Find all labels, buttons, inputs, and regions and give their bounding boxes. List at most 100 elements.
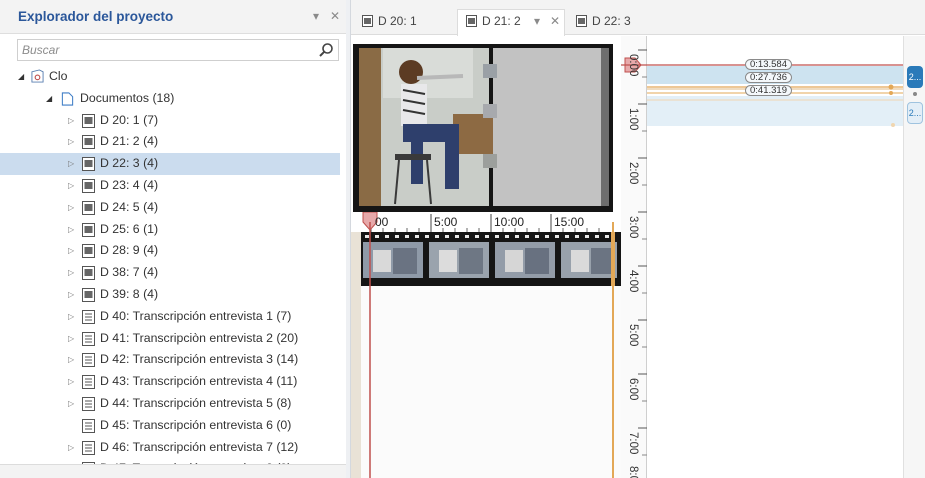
text-doc-icon	[82, 418, 95, 433]
video-doc-icon	[362, 15, 373, 27]
expand-arrow-icon[interactable]: ▷	[68, 131, 74, 153]
vertical-time-ruler[interactable]: 0:00 1:00 2:00 3:00 4:00 5:00 6:00 7:00 …	[621, 36, 647, 478]
quote-time-label[interactable]: 0:13.584	[745, 59, 792, 70]
expand-arrow-icon[interactable]: ▷	[68, 197, 74, 219]
tree-document-item[interactable]: ▷ D 41: Transcripciòn entrevista 2 (20)	[18, 328, 340, 350]
ruler-mark: 4:00	[627, 270, 639, 293]
tree-document-item[interactable]: ▷ D 40: Transcripción entrevista 1 (7)	[18, 306, 340, 328]
tab-label: D 20: 1	[378, 14, 417, 28]
tree-document-item[interactable]: ▷ D 20: 1 (7)	[18, 110, 340, 132]
pin-dropdown-icon[interactable]: ▾	[313, 9, 319, 23]
badge-separator-dot	[913, 92, 917, 96]
expand-arrow-icon[interactable]: ▷	[68, 306, 74, 328]
text-doc-icon	[82, 331, 95, 346]
tree-document-item[interactable]: ▷ D 24: 5 (4)	[18, 197, 340, 219]
ruler-mark: 7:00	[627, 432, 639, 455]
tree-document-label: D 45: Transcripción entrevista 6 (0)	[100, 417, 292, 432]
document-tabbar: D 20: 1 D 21: 2 ▾ ✕ D 22: 3	[351, 0, 925, 36]
ruler-mark: 6:00	[627, 378, 639, 401]
ruler-mark: 2:00	[627, 162, 639, 185]
video-doc-icon	[82, 178, 95, 193]
ruler-mark: 0:00	[627, 54, 639, 77]
tree-document-item[interactable]: D 45: Transcripción entrevista 6 (0)	[18, 415, 340, 437]
close-panel-icon[interactable]: ✕	[330, 9, 340, 23]
code-badge[interactable]: 2...	[907, 102, 923, 124]
tree-document-item[interactable]: ▷ D 39: 8 (4)	[18, 284, 340, 306]
tree-document-label: D 44: Transcripción entrevista 5 (8)	[100, 395, 292, 410]
video-doc-icon	[466, 15, 477, 27]
expand-arrow-icon[interactable]: ▷	[68, 393, 74, 415]
tree-document-label: D 28: 9 (4)	[100, 243, 159, 258]
video-preview[interactable]	[353, 44, 613, 212]
video-doc-icon	[82, 244, 95, 259]
panel-title: Explorador del proyecto	[18, 9, 174, 24]
documents-folder-icon	[61, 92, 74, 106]
search-input[interactable]	[18, 40, 308, 60]
tab-dropdown-icon[interactable]: ▾	[534, 14, 540, 28]
tab-d22[interactable]: D 22: 3	[568, 10, 668, 35]
expand-arrow-icon[interactable]: ▷	[68, 219, 74, 241]
expand-arrow-icon[interactable]: ▷	[68, 175, 74, 197]
project-tree: ◢ Clo ◢ Documentos (18) ▷ D 20: 1 (7) ▷ D 2…	[0, 66, 340, 478]
tree-root-label: Clo	[49, 69, 68, 83]
tree-document-label: D 24: 5 (4)	[100, 199, 159, 214]
text-doc-icon	[82, 396, 95, 411]
tree-document-label: D 23: 4 (4)	[100, 177, 159, 192]
tab-label: D 22: 3	[592, 14, 631, 28]
tree-document-item[interactable]: ▷ D 25: 6 (1)	[18, 219, 340, 241]
quote-time-label[interactable]: 0:27.736	[745, 72, 792, 83]
ruler-mark: 3:00	[627, 216, 639, 239]
media-area: 00 5:00 10:00 15:00	[351, 36, 621, 478]
tree-document-item[interactable]: ▷ D 43: Transcripción entrevista 4 (11)	[18, 371, 340, 393]
video-doc-icon	[82, 200, 95, 215]
tree-document-item[interactable]: ▷ D 42: Transcripción entrevista 3 (14)	[18, 349, 340, 371]
expand-arrow-icon[interactable]: ▷	[68, 284, 74, 306]
project-explorer-panel: Explorador del proyecto ▾ ✕ ◢ Clo ◢ Docu…	[0, 0, 346, 478]
tree-document-item[interactable]: ▷ D 22: 3 (4)	[0, 153, 340, 175]
video-doc-icon	[82, 222, 95, 237]
ruler-mark: 8:00	[627, 466, 639, 478]
text-doc-icon	[82, 309, 95, 324]
ruler-mark: 5:00	[627, 324, 639, 347]
video-doc-icon	[576, 15, 587, 27]
ruler-ticks	[621, 49, 647, 456]
quotation-area: 0:13.584 0:27.736 0:41.319	[647, 36, 903, 478]
expand-arrow-icon[interactable]: ▷	[68, 437, 74, 459]
tree-document-item[interactable]: ▷ D 44: Transcripción entrevista 5 (8)	[18, 393, 340, 415]
expand-arrow-icon[interactable]: ▷	[68, 328, 74, 350]
collapse-arrow-icon[interactable]: ◢	[18, 66, 24, 88]
margin-strip: 2... 2...	[903, 36, 925, 478]
tree-root[interactable]: ◢ Clo	[18, 66, 340, 88]
expand-arrow-icon[interactable]: ▷	[68, 262, 74, 284]
panel-bottom-bar	[0, 464, 346, 478]
text-doc-icon	[82, 440, 95, 455]
tree-documents-group[interactable]: ◢ Documentos (18)	[18, 88, 340, 110]
tree-document-item[interactable]: ▷ D 46: Transcripción entrevista 7 (12)	[18, 437, 340, 459]
tree-document-item[interactable]: ▷ D 28: 9 (4)	[18, 240, 340, 262]
code-badge[interactable]: 2...	[907, 66, 923, 88]
tab-close-icon[interactable]: ✕	[550, 14, 560, 28]
tree-document-label: D 21: 2 (4)	[100, 134, 159, 149]
tab-label: D 21: 2	[482, 14, 521, 28]
expand-arrow-icon[interactable]: ▷	[68, 153, 74, 175]
video-doc-icon	[82, 135, 95, 150]
video-doc-icon	[82, 113, 95, 128]
tree-document-label: D 25: 6 (1)	[100, 221, 159, 236]
quote-time-label[interactable]: 0:41.319	[745, 85, 792, 96]
tree-document-item[interactable]: ▷ D 23: 4 (4)	[18, 175, 340, 197]
tab-d21[interactable]: D 21: 2 ▾ ✕	[457, 9, 565, 36]
tree-document-item[interactable]: ▷ D 38: 7 (4)	[18, 262, 340, 284]
tree-document-item[interactable]: ▷ D 21: 2 (4)	[18, 131, 340, 153]
search-icon[interactable]	[318, 42, 334, 58]
expand-arrow-icon[interactable]: ▷	[68, 349, 74, 371]
video-doc-icon	[82, 266, 95, 281]
tree-document-label: D 39: 8 (4)	[100, 286, 159, 301]
tab-d20[interactable]: D 20: 1	[354, 10, 454, 35]
tree-document-label: D 22: 3 (4)	[100, 156, 159, 171]
expand-arrow-icon[interactable]: ▷	[68, 240, 74, 262]
tree-document-label: D 46: Transcripción entrevista 7 (12)	[100, 439, 299, 454]
expand-arrow-icon[interactable]: ▷	[68, 110, 74, 132]
collapse-arrow-icon[interactable]: ◢	[46, 88, 52, 110]
expand-arrow-icon[interactable]: ▷	[68, 371, 74, 393]
tree-document-label: D 41: Transcripciòn entrevista 2 (20)	[100, 330, 299, 345]
